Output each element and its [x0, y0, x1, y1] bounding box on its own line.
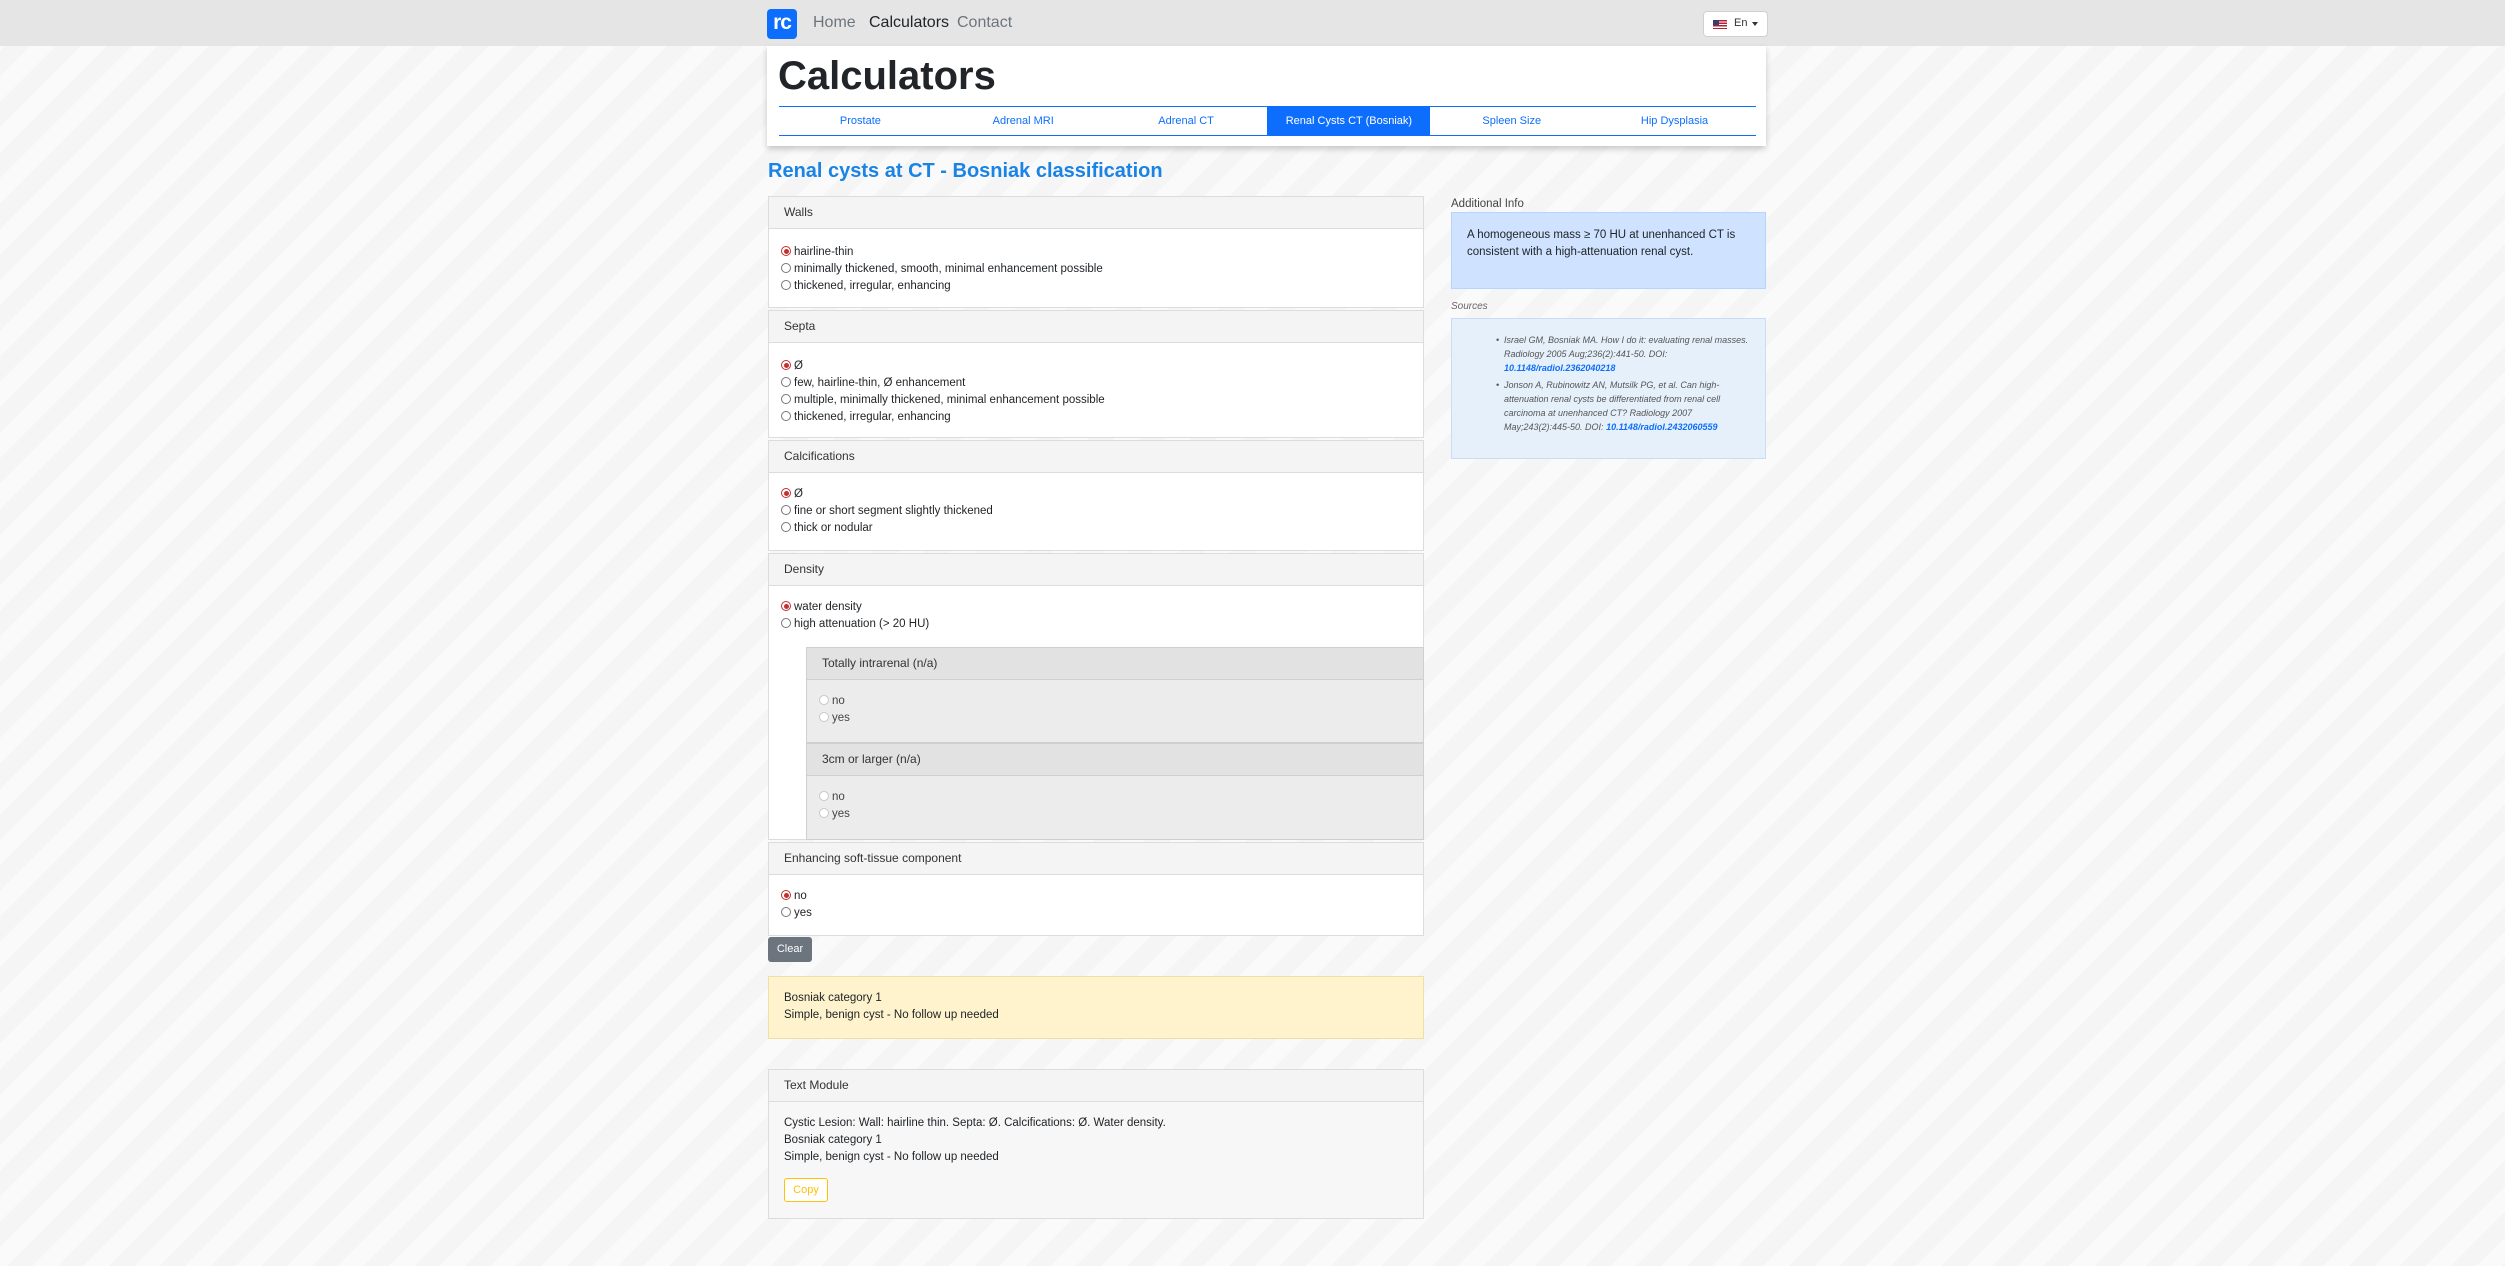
density-option-water[interactable]: water density [781, 599, 862, 616]
size-option-yes: yes [819, 806, 850, 823]
tab-renal-cysts-ct[interactable]: Renal Cysts CT (Bosniak) [1267, 107, 1431, 135]
result-recommendation: Simple, benign cyst - No follow up neede… [784, 1009, 999, 1021]
result-category: Bosniak category 1 [784, 992, 882, 1004]
radio-button[interactable] [781, 360, 791, 370]
radio-button[interactable] [781, 280, 791, 290]
radio-button[interactable] [781, 377, 791, 387]
enhancing-section: Enhancing soft-tissue component no yes [768, 842, 1424, 936]
text-module-card: Text Module Cystic Lesion: Wall: hairlin… [768, 1069, 1424, 1219]
sources-box: • Israel GM, Bosniak MA. How I do it: ev… [1451, 318, 1766, 459]
source-item: • Israel GM, Bosniak MA. How I do it: ev… [1496, 335, 1749, 373]
radio-button[interactable] [781, 263, 791, 273]
septa-header: Septa [769, 311, 1423, 343]
tab-adrenal-mri[interactable]: Adrenal MRI [942, 107, 1105, 135]
size-option-no: no [819, 789, 845, 806]
calculator-title: Renal cysts at CT - Bosniak classificati… [768, 160, 1163, 182]
text-module-line: Bosniak category 1 [784, 1134, 882, 1146]
walls-option-hairline-thin[interactable]: hairline-thin [781, 244, 853, 261]
intrarenal-subsection: Totally intrarenal (n/a) no yes [806, 647, 1424, 743]
top-navbar: rc Home Calculators Contact En [0, 0, 2505, 46]
density-header: Density [769, 554, 1423, 586]
additional-info-label: Additional Info [1451, 198, 1524, 210]
density-option-high-attenuation[interactable]: high attenuation (> 20 HU) [781, 616, 929, 633]
page-heading: Calculators [778, 54, 996, 98]
nav-link-contact[interactable]: Contact [957, 14, 1012, 32]
size-header: 3cm or larger (n/a) [807, 744, 1423, 776]
additional-info-box: A homogeneous mass ≥ 70 HU at unenhanced… [1451, 212, 1766, 289]
calcifications-option-fine[interactable]: fine or short segment slightly thickened [781, 503, 993, 520]
nav-link-home[interactable]: Home [813, 14, 856, 32]
radio-button[interactable] [781, 394, 791, 404]
radio-button[interactable] [781, 890, 791, 900]
bullet-icon: • [1496, 335, 1500, 345]
radio-button [819, 712, 829, 722]
tab-prostate[interactable]: Prostate [779, 107, 942, 135]
text-module-header: Text Module [769, 1070, 1423, 1102]
tab-adrenal-ct[interactable]: Adrenal CT [1105, 107, 1268, 135]
nav-link-calculators[interactable]: Calculators [869, 14, 949, 32]
density-section: Density water density high attenuation (… [768, 553, 1424, 840]
radio-button[interactable] [781, 618, 791, 628]
header-card: Calculators Prostate Adrenal MRI Adrenal… [767, 46, 1766, 146]
tab-spleen-size[interactable]: Spleen Size [1430, 107, 1593, 135]
intrarenal-option-no: no [819, 693, 845, 710]
size-subsection: 3cm or larger (n/a) no yes [806, 743, 1424, 840]
app-logo[interactable]: rc [767, 9, 797, 39]
sources-label: Sources [1451, 301, 1488, 312]
calcifications-section: Calcifications Ø fine or short segment s… [768, 440, 1424, 551]
septa-option-multiple[interactable]: multiple, minimally thickened, minimal e… [781, 392, 1105, 409]
walls-header: Walls [769, 197, 1423, 229]
septa-section: Septa Ø few, hairline-thin, Ø enhancemen… [768, 310, 1424, 438]
tab-hip-dysplasia[interactable]: Hip Dysplasia [1593, 107, 1756, 135]
result-alert: Bosniak category 1 Simple, benign cyst -… [768, 976, 1424, 1039]
calcifications-option-none[interactable]: Ø [781, 486, 803, 503]
radio-button[interactable] [781, 907, 791, 917]
clear-button[interactable]: Clear [768, 937, 812, 962]
radio-button[interactable] [781, 505, 791, 515]
radio-button [819, 808, 829, 818]
intrarenal-header: Totally intrarenal (n/a) [807, 648, 1423, 680]
radio-button[interactable] [781, 411, 791, 421]
text-module-line: Simple, benign cyst - No follow up neede… [784, 1151, 999, 1163]
radio-button[interactable] [781, 522, 791, 532]
source-item: • Jonson A, Rubinowitz AN, Mutsilk PG, e… [1496, 380, 1721, 432]
bullet-icon: • [1496, 380, 1500, 390]
text-module-line: Cystic Lesion: Wall: hairline thin. Sept… [784, 1117, 1166, 1129]
radio-button [819, 695, 829, 705]
walls-option-minimally-thickened[interactable]: minimally thickened, smooth, minimal enh… [781, 261, 1103, 278]
copy-button[interactable]: Copy [784, 1178, 828, 1202]
language-label: En [1734, 17, 1748, 29]
intrarenal-option-yes: yes [819, 710, 850, 727]
additional-info-text: A homogeneous mass ≥ 70 HU at unenhanced… [1467, 229, 1736, 258]
caret-down-icon [1752, 22, 1758, 26]
radio-button[interactable] [781, 246, 791, 256]
us-flag-icon [1713, 20, 1727, 29]
calcifications-option-thick[interactable]: thick or nodular [781, 520, 873, 537]
doi-link[interactable]: 10.1148/radiol.2362040218 [1504, 363, 1615, 373]
enhancing-option-yes[interactable]: yes [781, 905, 812, 922]
septa-option-few-hairline[interactable]: few, hairline-thin, Ø enhancement [781, 375, 965, 392]
walls-option-thickened-irregular[interactable]: thickened, irregular, enhancing [781, 278, 951, 295]
calcifications-header: Calcifications [769, 441, 1423, 473]
septa-option-thickened[interactable]: thickened, irregular, enhancing [781, 409, 951, 426]
doi-link[interactable]: 10.1148/radiol.2432060559 [1606, 422, 1717, 432]
radio-button[interactable] [781, 488, 791, 498]
language-dropdown-button[interactable]: En [1703, 11, 1768, 37]
radio-button[interactable] [781, 601, 791, 611]
calculator-tabs: Prostate Adrenal MRI Adrenal CT Renal Cy… [779, 106, 1756, 136]
radio-button [819, 791, 829, 801]
enhancing-header: Enhancing soft-tissue component [769, 843, 1423, 875]
septa-option-none[interactable]: Ø [781, 358, 803, 375]
walls-section: Walls hairline-thin minimally thickened,… [768, 196, 1424, 308]
enhancing-option-no[interactable]: no [781, 888, 807, 905]
